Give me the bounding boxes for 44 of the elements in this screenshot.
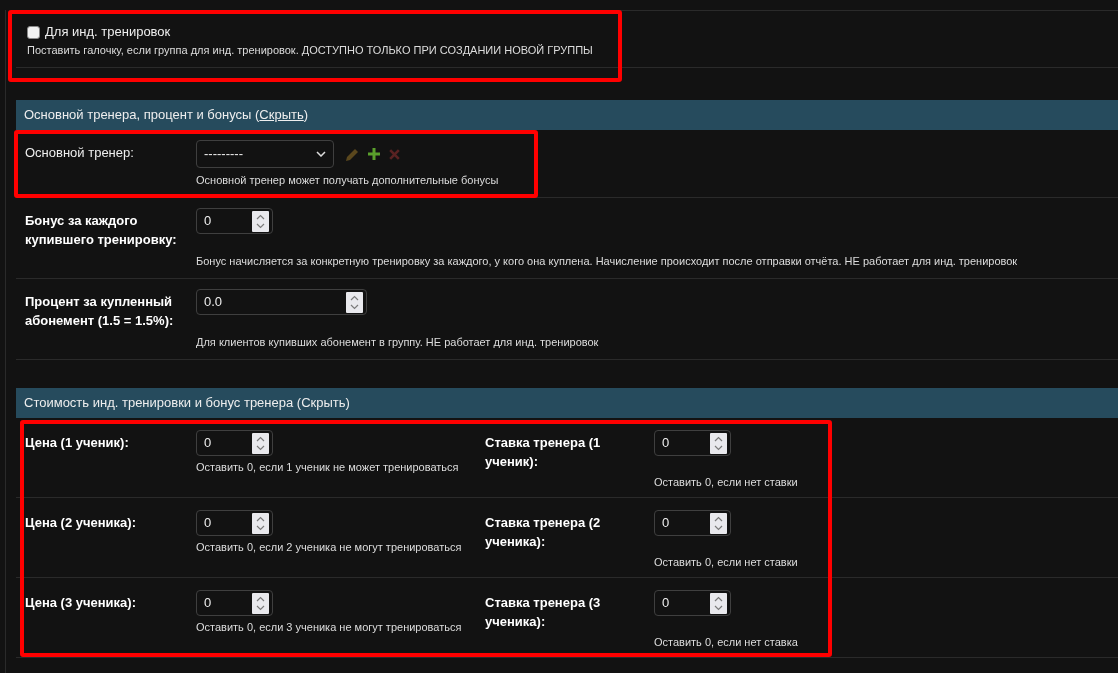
field-label: Ставка тренера (1 ученик): [485,434,602,471]
field-label: Цена (3 ученика): [25,594,137,612]
field-label: Ставка тренера (2 ученика): [485,514,602,551]
spinner-icon[interactable] [252,592,269,614]
number-field[interactable]: 0 [196,430,273,456]
section-title: Стоимость инд. тренировки и бонус тренера (Скрыть) [24,395,350,411]
number-field[interactable]: 0 [654,430,731,456]
hide-link[interactable]: Скрыть [259,107,304,122]
help-text: Оставить 0, если 1 ученик не может тренироваться [196,460,460,474]
number-field[interactable]: 0.0 [196,289,367,315]
help-text: Оставить 0, если 2 ученика не могут тренироваться [196,540,463,554]
number-field[interactable]: 0 [196,208,273,234]
help-text: Оставить 0, если нет ставка [654,635,799,649]
field-label: Цена (1 ученик): [25,434,130,452]
field-label: Ставка тренера (3 ученика): [485,594,602,631]
spinner-icon[interactable] [710,512,727,534]
plus-icon[interactable] [368,148,380,160]
field-label: Процент за купленный абонемент (1.5 = 1.5%): [25,293,175,330]
help-text: Основной тренер может получать дополнительные бонусы [196,173,500,187]
section-title: Основной тренера, процент и бонусы (Скрыть) [24,107,309,123]
chevron-icon [316,151,326,157]
help-text: Для клиентов купивших абонемент в группу. НЕ работает для инд. тренировок [196,335,600,349]
spinner-icon[interactable] [346,291,363,313]
hide-link[interactable]: Скрыть [301,395,346,410]
field-label: Бонус за каждого купившего тренировку: [25,212,178,249]
select-field[interactable]: --------- [196,140,334,168]
help-text: Поставить галочку, если группа для инд. тренировок. ДОСТУПНО ТОЛЬКО ПРИ СОЗДАНИИ НОВОЙ ГРУППЫ [27,43,594,57]
spinner-icon[interactable] [252,210,269,232]
help-text: Оставить 0, если 3 ученика не могут тренироваться [196,620,463,634]
field-label: Основной тренер: [25,144,135,162]
field-label: Цена (2 ученика): [25,514,137,532]
help-text: Оставить 0, если нет ставки [654,475,799,489]
spinner-icon[interactable] [710,432,727,454]
spinner-icon[interactable] [710,592,727,614]
checkbox-label[interactable]: Для инд. тренировок [45,24,171,40]
checkbox[interactable] [27,25,40,39]
spinner-icon[interactable] [252,512,269,534]
number-field[interactable]: 0 [196,510,273,536]
number-field[interactable]: 0 [654,510,731,536]
help-text: Бонус начисляется за конкретную тренировку за каждого, у кого она куплена. Начисление происходит после отправки отчёта. НЕ работает для инд. тренировок [196,254,1019,268]
spinner-icon[interactable] [252,432,269,454]
number-field[interactable]: 0 [196,590,273,616]
number-field[interactable]: 0 [654,590,731,616]
help-text: Оставить 0, если нет ставки [654,555,799,569]
